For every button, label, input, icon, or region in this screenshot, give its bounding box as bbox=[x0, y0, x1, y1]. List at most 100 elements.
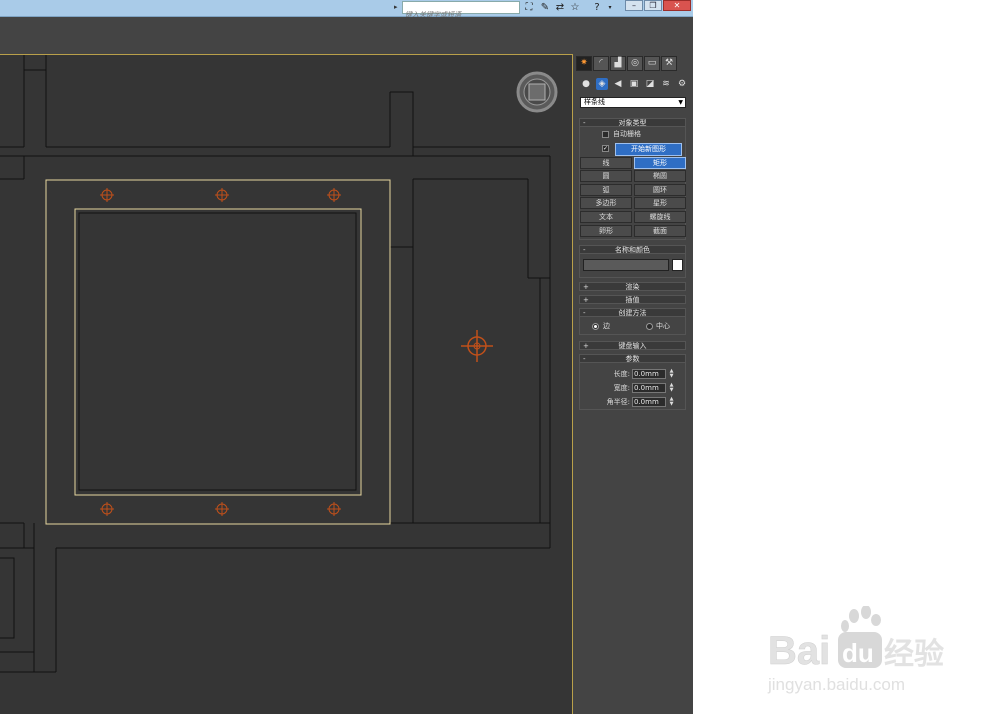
wall-line bbox=[390, 91, 414, 156]
selected-inner-rectangle bbox=[74, 208, 362, 496]
collapse-icon: - bbox=[583, 355, 586, 363]
modify-tab-icon[interactable]: ◜ bbox=[593, 56, 609, 71]
wall-line bbox=[0, 557, 15, 639]
title-bar: ▸ ⛶ ✎ ⇄ ☆ ? ▾ – ❐ ✕ bbox=[0, 0, 693, 21]
geometry-icon[interactable]: ● bbox=[580, 78, 592, 90]
command-panel-tabs: ✷ ◜ ▟ ◎ ▭ ⚒ bbox=[576, 56, 677, 71]
shape-button-egg[interactable]: 卵形 bbox=[580, 225, 632, 237]
expand-icon: + bbox=[583, 283, 589, 291]
shape-category-dropdown[interactable]: 样条线 ▼ bbox=[580, 97, 686, 108]
creation-edge-label: 边 bbox=[603, 322, 610, 330]
utilities-tab-icon[interactable]: ⚒ bbox=[661, 56, 677, 71]
inner-panel-frame bbox=[78, 212, 357, 491]
motion-tab-icon[interactable]: ◎ bbox=[627, 56, 643, 71]
shape-button-text[interactable]: 文本 bbox=[580, 211, 632, 223]
svg-text:jingyan.baidu.com: jingyan.baidu.com bbox=[767, 675, 905, 694]
start-new-shape-button[interactable]: 开始新图形 bbox=[615, 143, 682, 156]
viewport-top[interactable] bbox=[0, 54, 573, 714]
shape-button-line[interactable]: 线 bbox=[580, 157, 632, 169]
systems-icon[interactable]: ⚙ bbox=[676, 78, 688, 90]
restore-icon[interactable]: ❐ bbox=[644, 0, 662, 11]
rollout-keyboard-entry[interactable]: + 键盘输入 bbox=[579, 341, 686, 350]
help-icon[interactable]: ? bbox=[590, 1, 604, 15]
search-arrow-icon[interactable]: ▸ bbox=[394, 2, 401, 13]
object-color-swatch[interactable] bbox=[672, 259, 683, 271]
creation-center-radio[interactable] bbox=[646, 323, 653, 330]
shape-button-section[interactable]: 截面 bbox=[634, 225, 686, 237]
start-new-shape-checkbox[interactable]: ✓ bbox=[602, 145, 609, 152]
corner-radius-label: 角半径: bbox=[606, 398, 630, 406]
dropdown-value: 样条线 bbox=[584, 98, 605, 106]
hierarchy-tab-icon[interactable]: ▟ bbox=[610, 56, 626, 71]
svg-text:经验: 经验 bbox=[884, 637, 944, 672]
baidu-jingyan-watermark: Bai du 经验 jingyan.baidu.com bbox=[767, 606, 944, 694]
width-spinner-icon[interactable]: ▲ ▼ bbox=[668, 383, 675, 393]
rollout-rendering[interactable]: + 渲染 bbox=[579, 282, 686, 291]
rollout-name-color[interactable]: - 名称和颜色 bbox=[579, 245, 686, 254]
selected-outer-rectangle bbox=[45, 179, 391, 525]
light-fixture-cross bbox=[100, 188, 341, 516]
rollout-parameters[interactable]: - 参数 bbox=[579, 354, 686, 363]
rollout-title: 渲染 bbox=[625, 283, 640, 291]
shapes-icon[interactable]: ◈ bbox=[596, 78, 608, 90]
rollout-title: 插值 bbox=[625, 296, 640, 304]
expand-icon: + bbox=[583, 342, 589, 350]
tools-icon[interactable]: ✎ bbox=[538, 1, 552, 15]
expand-icon: + bbox=[583, 296, 589, 304]
shape-button-ellipse[interactable]: 椭圆 bbox=[634, 170, 686, 182]
creation-edge-radio[interactable] bbox=[592, 323, 599, 330]
viewport-drawing bbox=[0, 55, 558, 673]
corner-radius-input[interactable]: 0.0mm bbox=[632, 397, 666, 407]
rollout-creation-method[interactable]: - 创建方法 bbox=[579, 308, 686, 317]
shape-button-rectangle[interactable]: 矩形 bbox=[634, 157, 686, 169]
display-tab-icon[interactable]: ▭ bbox=[644, 56, 660, 71]
close-icon[interactable]: ✕ bbox=[663, 0, 691, 11]
minimize-icon[interactable]: – bbox=[625, 0, 643, 11]
corner-radius-spinner-icon[interactable]: ▲ ▼ bbox=[668, 397, 675, 407]
auto-grid-checkbox[interactable] bbox=[602, 131, 609, 138]
collapse-icon: - bbox=[583, 246, 586, 254]
svg-text:du: du bbox=[842, 638, 874, 668]
rollout-title: 创建方法 bbox=[618, 309, 647, 317]
shape-button-ngon[interactable]: 多边形 bbox=[580, 197, 632, 209]
rollout-title: 对象类型 bbox=[618, 119, 647, 127]
help-dropdown-icon[interactable]: ▾ bbox=[603, 1, 617, 15]
width-label: 宽度: bbox=[613, 384, 630, 392]
target-gizmo-cross bbox=[461, 330, 493, 362]
rollout-title: 名称和颜色 bbox=[615, 246, 650, 254]
rollout-interpolation[interactable]: + 插值 bbox=[579, 295, 686, 304]
exchange-icon[interactable]: ⇄ bbox=[553, 1, 567, 15]
star-icon[interactable]: ☆ bbox=[568, 1, 582, 15]
helpers-icon[interactable]: ◪ bbox=[644, 78, 656, 90]
shape-button-star[interactable]: 星形 bbox=[634, 197, 686, 209]
svg-text:Bai: Bai bbox=[768, 629, 830, 673]
create-tab-icon[interactable]: ✷ bbox=[576, 56, 592, 71]
length-label: 长度: bbox=[613, 370, 630, 378]
search-box[interactable] bbox=[402, 1, 520, 21]
rollout-title: 参数 bbox=[625, 355, 640, 363]
width-input[interactable]: 0.0mm bbox=[632, 383, 666, 393]
space-warps-icon[interactable]: ≋ bbox=[660, 78, 672, 90]
shape-button-circle[interactable]: 圆 bbox=[580, 170, 632, 182]
max-app-window: ▸ ⛶ ✎ ⇄ ☆ ? ▾ – ❐ ✕ bbox=[0, 0, 693, 714]
shape-button-donut[interactable]: 圆环 bbox=[634, 184, 686, 196]
length-spinner-icon[interactable]: ▲ ▼ bbox=[668, 369, 675, 379]
toolbar-area bbox=[0, 17, 693, 54]
command-panel: ✷ ◜ ▟ ◎ ▭ ⚒ ● ◈ ◀ ▣ ◪ ≋ ⚙ 样条线 ▼ - 对象类型 自… bbox=[574, 54, 693, 714]
rollout-title: 键盘输入 bbox=[618, 342, 647, 350]
create-category-icons: ● ◈ ◀ ▣ ◪ ≋ ⚙ bbox=[580, 78, 688, 90]
collapse-icon: - bbox=[583, 309, 586, 317]
collapse-icon: - bbox=[583, 119, 586, 127]
lights-icon[interactable]: ◀ bbox=[612, 78, 624, 90]
binoculars-icon[interactable]: ⛶ bbox=[522, 1, 536, 15]
length-input[interactable]: 0.0mm bbox=[632, 369, 666, 379]
shape-button-helix[interactable]: 螺旋线 bbox=[634, 211, 686, 223]
auto-grid-label: 自动栅格 bbox=[613, 130, 641, 138]
object-name-field[interactable] bbox=[583, 259, 669, 271]
cameras-icon[interactable]: ▣ bbox=[628, 78, 640, 90]
creation-center-label: 中心 bbox=[656, 322, 670, 330]
viewcube-icon bbox=[516, 71, 558, 113]
rollout-object-type[interactable]: - 对象类型 bbox=[579, 118, 686, 127]
chevron-down-icon: ▼ bbox=[678, 99, 683, 106]
shape-button-arc[interactable]: 弧 bbox=[580, 184, 632, 196]
